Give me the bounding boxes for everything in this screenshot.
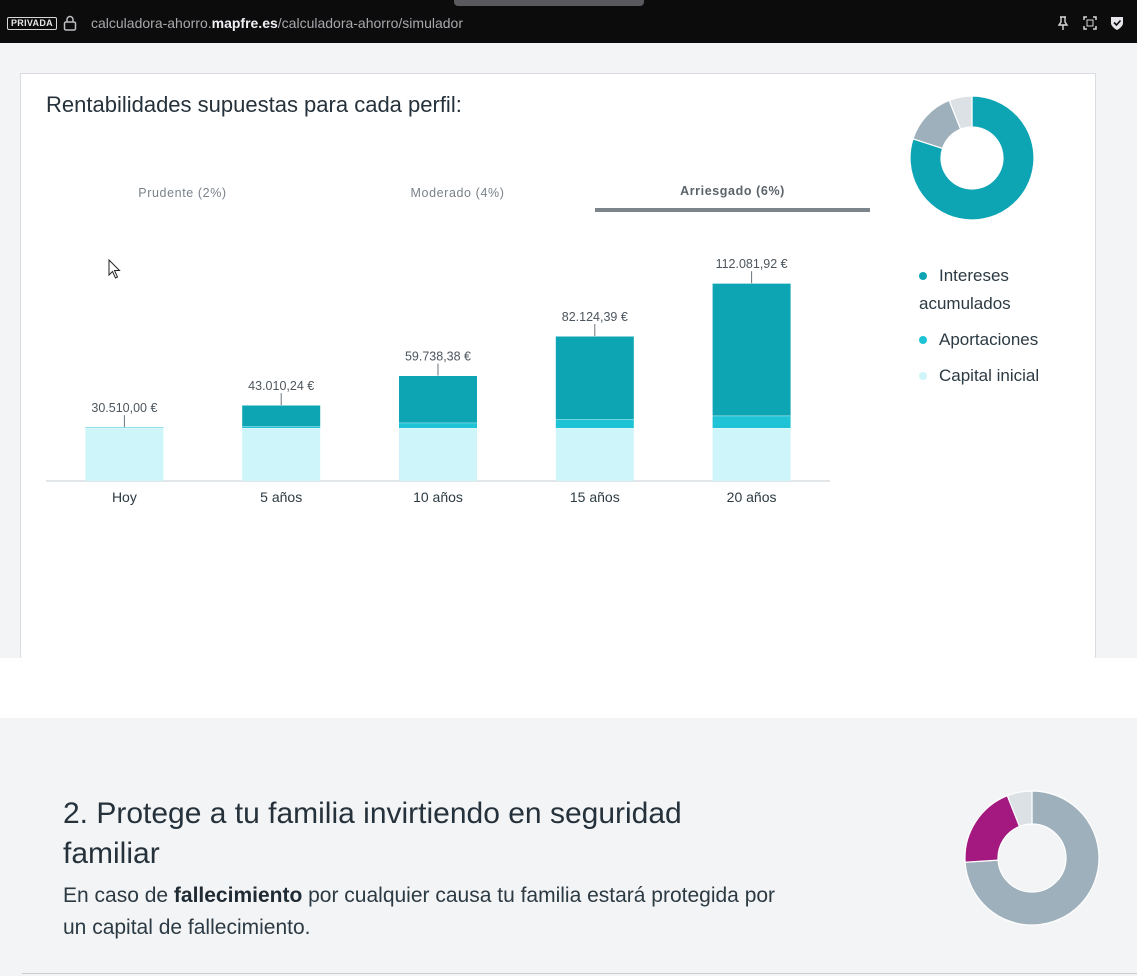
bar-intereses-acumulados-1[interactable]	[242, 405, 321, 427]
section-spacer	[0, 658, 1137, 718]
bar-total-label: 30.510,00 €	[91, 401, 157, 415]
distribution-donut-chart	[909, 95, 1035, 221]
bar-total-label: 82.124,39 €	[562, 310, 628, 324]
legend-item-aportaciones: Aportaciones	[919, 326, 1054, 354]
bar-capital-inicial-2[interactable]	[399, 428, 477, 481]
screenshot-icon[interactable]	[1082, 15, 1098, 31]
active-tab-indicator	[595, 208, 870, 212]
x-tick-label: 15 años	[570, 489, 620, 505]
pin-icon[interactable]	[1055, 15, 1071, 31]
text-pre: En caso de	[63, 884, 174, 907]
legend-label-aportaciones: Aportaciones	[939, 330, 1039, 349]
x-tick-label: Hoy	[112, 489, 137, 505]
chart-legend: Intereses acumulados Aportaciones Capita…	[919, 262, 1054, 398]
private-badge: PRIVADA	[7, 17, 57, 30]
mouse-cursor-icon	[108, 259, 121, 279]
url-field[interactable]: calculadora-ahorro.mapfre.es/calculadora…	[91, 15, 463, 31]
bar-aportaciones-3[interactable]	[555, 419, 634, 429]
legend-item-capital: Capital inicial	[919, 362, 1054, 390]
tab-arriesgado[interactable]: Arriesgado (6%)	[650, 184, 815, 198]
bar-aportaciones-4[interactable]	[712, 415, 791, 429]
x-tick-label: 10 años	[413, 489, 463, 505]
bar-capital-inicial-1[interactable]	[242, 428, 321, 481]
family-protection-title: 2. Protege a tu familia invirtiendo en s…	[63, 797, 682, 870]
bar-intereses-acumulados-2[interactable]	[399, 375, 477, 423]
lock-icon[interactable]	[63, 15, 77, 31]
legend-label-intereses: Intereses acumulados	[919, 266, 1011, 313]
family-protection-text: En caso de fallecimiento por cualquier c…	[63, 880, 783, 944]
bar-aportaciones-2[interactable]	[399, 422, 477, 429]
divider	[22, 973, 1137, 974]
profiles-title: Rentabilidades supuestas para cada perfi…	[46, 92, 462, 117]
url-path: /calculadora-ahorro/simulador	[277, 15, 463, 31]
bar-total-label: 43.010,24 €	[248, 379, 314, 393]
url-domain: mapfre.es	[211, 15, 278, 31]
bar-capital-inicial-3[interactable]	[555, 428, 634, 481]
legend-label-capital: Capital inicial	[939, 366, 1040, 385]
browser-toolbar: PRIVADA calculadora-ahorro.mapfre.es/cal…	[0, 0, 1137, 43]
legend-dot-capital	[919, 372, 927, 380]
legend-dot-intereses	[919, 272, 927, 280]
x-tick-label: 5 años	[260, 489, 302, 505]
legend-item-intereses: Intereses acumulados	[919, 262, 1054, 318]
bar-intereses-acumulados-3[interactable]	[555, 336, 634, 420]
shield-icon[interactable]	[1109, 15, 1125, 31]
tab-moderado[interactable]: Moderado (4%)	[375, 186, 540, 200]
x-tick-label: 20 años	[727, 489, 777, 505]
tab-prudente[interactable]: Prudente (2%)	[100, 186, 265, 200]
url-prefix: calculadora-ahorro.	[91, 15, 212, 31]
bar-capital-inicial-4[interactable]	[712, 428, 791, 481]
bar-capital-inicial-0[interactable]	[85, 428, 164, 481]
bar-total-label: 112.081,92 €	[716, 257, 788, 271]
bar-total-label: 59.738,38 €	[405, 350, 471, 364]
window-drag-handle[interactable]	[454, 0, 644, 6]
bar-intereses-acumulados-4[interactable]	[712, 283, 791, 416]
legend-dot-aportaciones	[919, 336, 927, 344]
stacked-bar-chart: 30.510,00 € Hoy 43.010,24 € 5 años 59.738,38…	[46, 257, 830, 505]
text-bold: fallecimiento	[173, 884, 303, 907]
family-donut-chart	[964, 790, 1100, 926]
